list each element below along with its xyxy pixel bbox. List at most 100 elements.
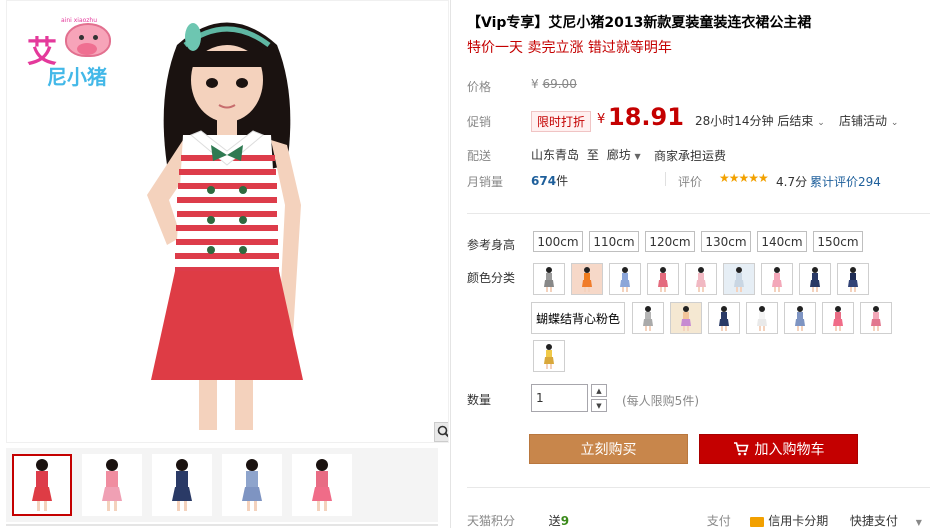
size-option-140[interactable]: 140cm [757, 231, 807, 252]
thumbnail-5[interactable] [292, 454, 352, 516]
brand-logo-sub: 尼小猪 [47, 65, 107, 89]
section-divider [467, 487, 930, 488]
chevron-down-icon: ⌄ [890, 118, 899, 128]
promo-price-currency: ¥ [597, 112, 606, 127]
shipping-to-word: 至 [586, 148, 599, 162]
swatch-image [681, 306, 691, 331]
color-swatch[interactable] [670, 302, 702, 334]
caret-down-icon: ▼ [634, 152, 641, 161]
quantity-label: 数量 [467, 393, 492, 407]
color-swatch[interactable] [533, 340, 565, 372]
swatch-image [719, 306, 729, 331]
caret-down-icon: ▼ [915, 518, 922, 527]
swatch-image [582, 267, 592, 292]
payment-label: 支付 [706, 514, 731, 528]
product-gallery: aini xiaozhu 艾 尼小猪 [0, 0, 450, 528]
review-count-link[interactable]: 累计评价294 [810, 173, 881, 190]
color-swatch[interactable] [822, 302, 854, 334]
thumbnail-3[interactable] [152, 454, 212, 516]
size-option-120[interactable]: 120cm [645, 231, 695, 252]
swatch-image [795, 306, 805, 331]
color-swatch[interactable] [746, 302, 778, 334]
promo-countdown[interactable]: 28小时14分钟 后结束 ⌄ [695, 112, 825, 129]
magnifier-icon [437, 425, 448, 438]
quick-pay[interactable]: 快捷支付 [850, 514, 898, 528]
credit-card-icon [750, 516, 765, 527]
quantity-limit: (每人限购5件) [622, 394, 699, 408]
main-product-image[interactable]: aini xiaozhu 艾 尼小猪 [6, 0, 449, 443]
color-swatch[interactable] [533, 263, 565, 295]
quantity-increase-button[interactable]: ▲ [591, 384, 607, 397]
swatch-image [658, 267, 668, 292]
zoom-button[interactable] [434, 422, 448, 442]
swatch-image [833, 306, 843, 331]
promo-countdown-text: 28小时14分钟 后结束 [695, 114, 814, 128]
swatch-image [544, 267, 554, 292]
size-option-150[interactable]: 150cm [813, 231, 863, 252]
thumbnail-4[interactable] [222, 454, 282, 516]
thumbnail-image [172, 459, 192, 511]
quantity-decrease-button[interactable]: ▼ [591, 399, 607, 412]
shipping-destination-select[interactable]: 廊坊 ▼ [607, 148, 641, 162]
add-to-cart-label: 加入购物车 [754, 442, 825, 458]
points-payment-row: 天猫积分 送9 支付 信用卡分期 快捷支付 ▼ [467, 512, 922, 528]
rating-stars: ★★★★★ [719, 171, 769, 185]
product-title: 【Vip专享】艾尼小猪2013新款夏装童装连衣裙公主裙 [467, 15, 812, 31]
color-swatch[interactable] [685, 263, 717, 295]
color-swatch[interactable] [837, 263, 869, 295]
color-swatch[interactable] [571, 263, 603, 295]
quantity-input[interactable] [531, 384, 588, 412]
thumbnail-image [32, 459, 52, 511]
rating-score: 4.7分 [776, 175, 808, 189]
size-option-110[interactable]: 110cm [589, 231, 639, 252]
swatch-image [696, 267, 706, 292]
swatch-image [544, 344, 554, 369]
vertical-divider [450, 0, 451, 528]
original-price: ¥ 69.00 [531, 77, 577, 91]
promo-label: 促销 [467, 115, 492, 129]
thumbnail-image [102, 459, 122, 511]
color-swatch[interactable] [761, 263, 793, 295]
color-swatch[interactable] [647, 263, 679, 295]
buy-now-button[interactable]: 立刻购买 [529, 434, 688, 464]
store-activity-label: 店铺活动 [839, 114, 888, 128]
monthly-sales-count: 674 [531, 174, 557, 188]
color-swatch[interactable] [860, 302, 892, 334]
swatch-image [810, 267, 820, 292]
add-to-cart-button[interactable]: 加入购物车 [699, 434, 858, 464]
color-swatch[interactable] [799, 263, 831, 295]
swatch-image [757, 306, 767, 331]
promo-price-value: 18.91 [608, 103, 684, 131]
thumbnail-strip [6, 448, 438, 522]
thumbnail-2[interactable] [82, 454, 142, 516]
section-divider [467, 213, 930, 214]
color-swatch[interactable] [632, 302, 664, 334]
model-girl-image [147, 22, 303, 430]
points-label: 天猫积分 [467, 514, 516, 528]
points-value: 9 [560, 514, 570, 528]
color-swatch[interactable] [708, 302, 740, 334]
swatch-image [643, 306, 653, 331]
swatch-image [871, 306, 881, 331]
size-option-100[interactable]: 100cm [533, 231, 583, 252]
thumbnail-1[interactable] [12, 454, 72, 516]
swatch-image [772, 267, 782, 292]
points-prefix: 送 [548, 514, 561, 528]
store-activity-dropdown[interactable]: 店铺活动 ⌄ [839, 112, 898, 129]
size-label: 参考身高 [467, 238, 516, 252]
caret-up-icon: ▲ [596, 386, 602, 395]
color-option-bow-vest-pink[interactable]: 蝴蝶结背心粉色 [531, 302, 625, 334]
size-option-130[interactable]: 130cm [701, 231, 751, 252]
caret-down-icon: ▼ [596, 401, 602, 410]
original-price-currency: ¥ [531, 77, 539, 91]
pig-snout-icon [77, 43, 97, 55]
review-label: 评价 [678, 175, 703, 189]
shipping-note: 商家承担运费 [654, 149, 727, 163]
color-swatch[interactable] [609, 263, 641, 295]
credit-card-installment[interactable]: 信用卡分期 [768, 514, 828, 528]
swatch-image [848, 267, 858, 292]
color-swatch[interactable] [723, 263, 755, 295]
promo-badge: 限时打折 [531, 111, 592, 132]
color-swatch[interactable] [784, 302, 816, 334]
shipping-destination: 廊坊 [606, 148, 631, 162]
